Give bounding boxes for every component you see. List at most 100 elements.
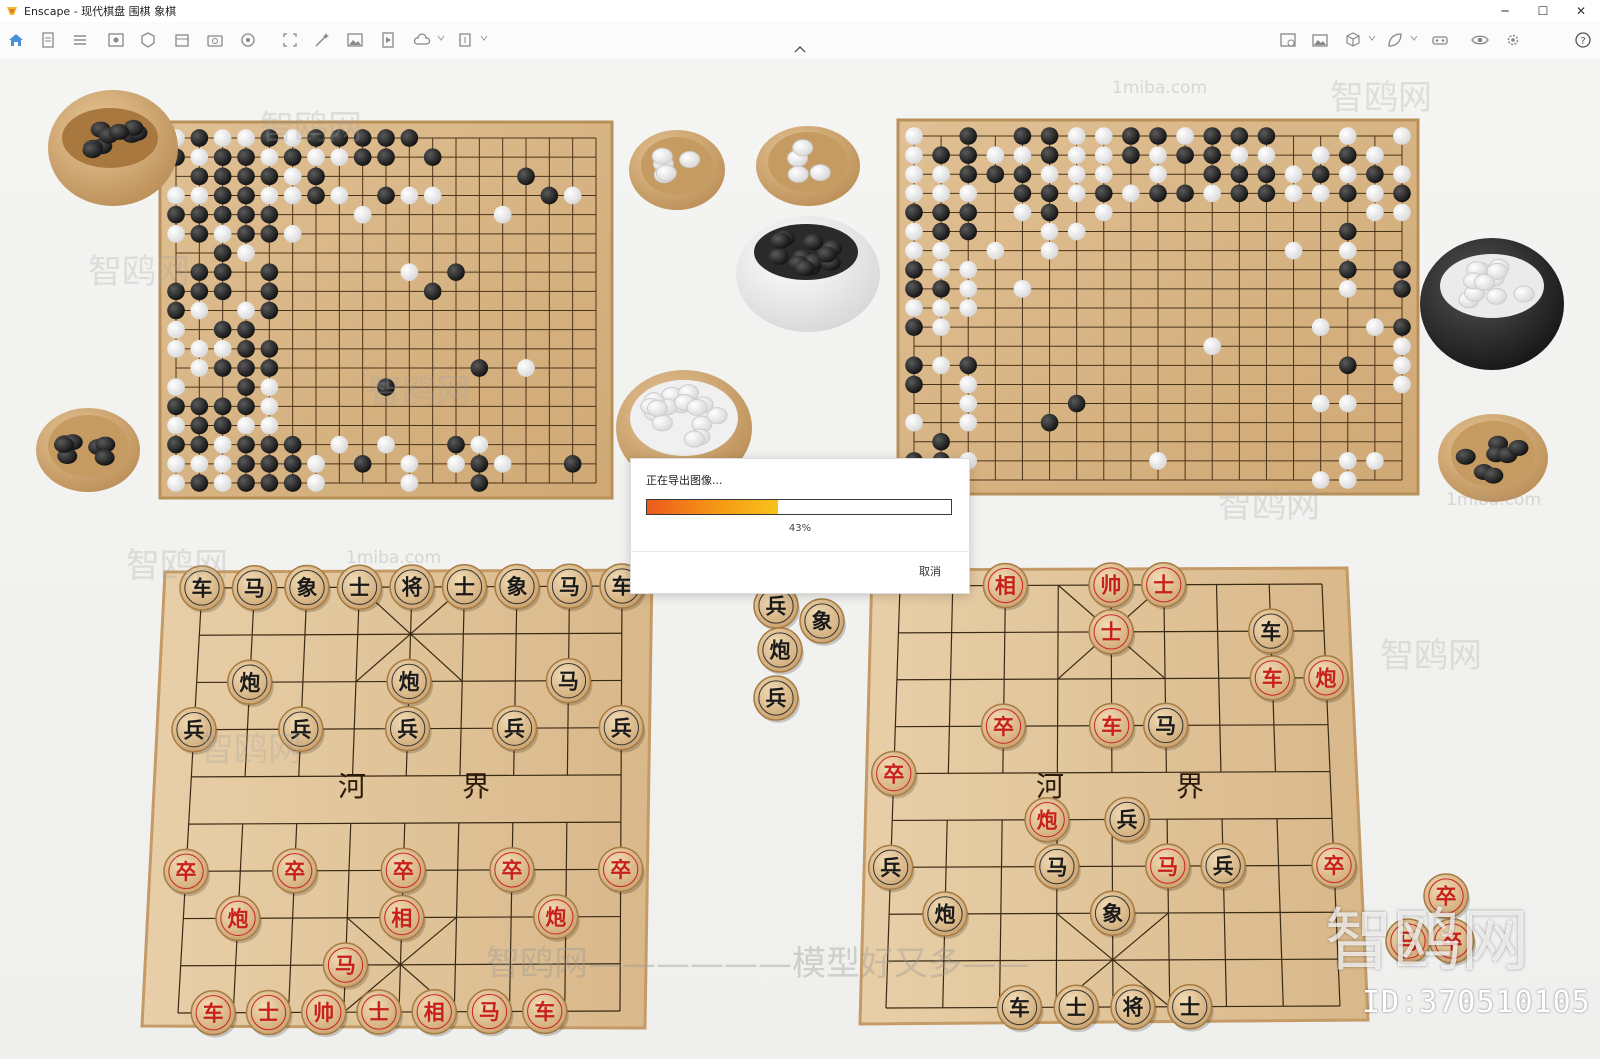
stone-lid-white-2 <box>756 126 860 206</box>
capture-icon[interactable] <box>205 30 225 50</box>
black-stone <box>1203 146 1222 164</box>
white-stone <box>1013 146 1032 164</box>
white-stone <box>1040 165 1059 184</box>
chevron-down-icon[interactable] <box>1368 34 1376 42</box>
white-stone <box>400 186 419 205</box>
stone-lid-black-left <box>36 408 140 492</box>
svg-text:马: 马 <box>335 953 356 978</box>
white-stone <box>377 435 395 454</box>
black-stone <box>905 356 923 375</box>
black-stone <box>563 455 582 473</box>
image-icon[interactable] <box>345 30 365 50</box>
stone-bowl-white-porcelain <box>736 216 880 332</box>
white-stone <box>1040 222 1059 241</box>
river-label-jie: 界 <box>462 770 490 803</box>
red-xiangqi-piece: 相 <box>411 989 459 1037</box>
close-button[interactable]: ✕ <box>1562 0 1600 22</box>
wand-icon[interactable] <box>312 30 332 50</box>
black-stone <box>190 282 209 301</box>
black-stone <box>213 244 232 262</box>
white-stone <box>190 186 209 205</box>
black-stone <box>260 340 279 358</box>
gallery-icon[interactable] <box>1310 30 1330 50</box>
black-stone <box>260 263 279 281</box>
svg-text:卒: 卒 <box>393 858 414 883</box>
building-icon[interactable] <box>172 30 192 50</box>
white-stone <box>237 129 255 147</box>
vr-icon[interactable] <box>1430 30 1450 50</box>
chevron-down-icon[interactable] <box>1410 34 1418 42</box>
black-stone <box>283 474 302 492</box>
svg-text:兵: 兵 <box>397 716 418 741</box>
export-icon[interactable] <box>455 30 475 50</box>
watermark-brand: 智鸥网 <box>126 546 228 586</box>
home-icon[interactable] <box>6 30 26 50</box>
white-stone <box>190 340 209 358</box>
orbit-icon[interactable] <box>238 30 258 50</box>
asset-library-icon[interactable] <box>138 30 158 50</box>
white-stone <box>400 455 419 473</box>
chevron-down-icon[interactable] <box>437 34 445 42</box>
black-stone <box>905 260 923 279</box>
black-stone <box>1508 439 1529 456</box>
white-stone <box>1486 287 1508 305</box>
collapse-toolbar-icon[interactable] <box>793 44 807 54</box>
watermark-brand: 智鸥网 <box>1330 78 1432 118</box>
black-stone <box>1338 260 1357 279</box>
video-icon[interactable] <box>378 30 398 50</box>
maximize-button[interactable]: ☐ <box>1524 0 1562 22</box>
black-stone <box>1122 127 1140 145</box>
black-stone <box>190 129 209 147</box>
black-stone <box>1366 165 1384 184</box>
go-board-right <box>896 118 1420 496</box>
watermark-slogan: 智鸥网——————模型好又多—— <box>486 944 1030 984</box>
cloud-icon[interactable] <box>412 30 432 50</box>
watermark-brand: 智鸥网 <box>368 372 470 412</box>
black-stone <box>353 455 372 473</box>
black-stone <box>1230 127 1249 145</box>
cube-icon[interactable] <box>1343 30 1363 50</box>
fit-view-icon[interactable] <box>280 30 300 50</box>
white-stone <box>260 186 279 205</box>
black-stone <box>1040 127 1059 145</box>
settings-icon[interactable] <box>1503 30 1523 50</box>
visibility-icon[interactable] <box>1470 30 1490 50</box>
list-icon[interactable] <box>70 30 90 50</box>
black-stone <box>959 127 978 145</box>
progress-fill <box>647 500 778 514</box>
white-stone <box>400 263 419 281</box>
watermark-site: 1miba.com <box>1446 490 1542 510</box>
white-stone <box>1149 146 1167 164</box>
document-icon[interactable] <box>38 30 58 50</box>
red-xiangqi-piece: 帅 <box>301 989 348 1038</box>
white-stone <box>213 455 232 473</box>
white-stone <box>905 222 923 241</box>
white-stone <box>307 148 325 166</box>
black-stone <box>167 205 185 224</box>
red-xiangqi-piece: 马 <box>466 988 514 1037</box>
black-stone <box>353 148 372 166</box>
white-stone <box>1393 337 1411 356</box>
black-stone <box>905 203 923 222</box>
red-xiangqi-piece: 车 <box>522 988 569 1037</box>
leaf-icon[interactable] <box>1385 30 1405 50</box>
white-stone <box>1203 184 1222 203</box>
white-stone <box>1366 184 1384 203</box>
white-stone <box>1013 203 1032 222</box>
white-stone <box>1393 375 1411 394</box>
black-stone <box>447 435 465 454</box>
image-settings-icon[interactable] <box>1278 30 1298 50</box>
black-stone <box>260 474 279 492</box>
white-stone <box>1513 285 1535 303</box>
view-icon[interactable] <box>106 30 126 50</box>
black-stone <box>213 359 232 377</box>
help-icon[interactable]: ? <box>1573 30 1593 50</box>
white-stone <box>1393 127 1411 145</box>
white-stone <box>1094 127 1113 145</box>
svg-text:兵: 兵 <box>504 716 525 741</box>
white-stone <box>1366 203 1384 222</box>
cancel-button[interactable]: 取消 <box>919 563 941 579</box>
chevron-down-icon[interactable] <box>480 34 488 42</box>
minimize-button[interactable]: ─ <box>1486 0 1524 22</box>
svg-text:相: 相 <box>995 573 1016 598</box>
